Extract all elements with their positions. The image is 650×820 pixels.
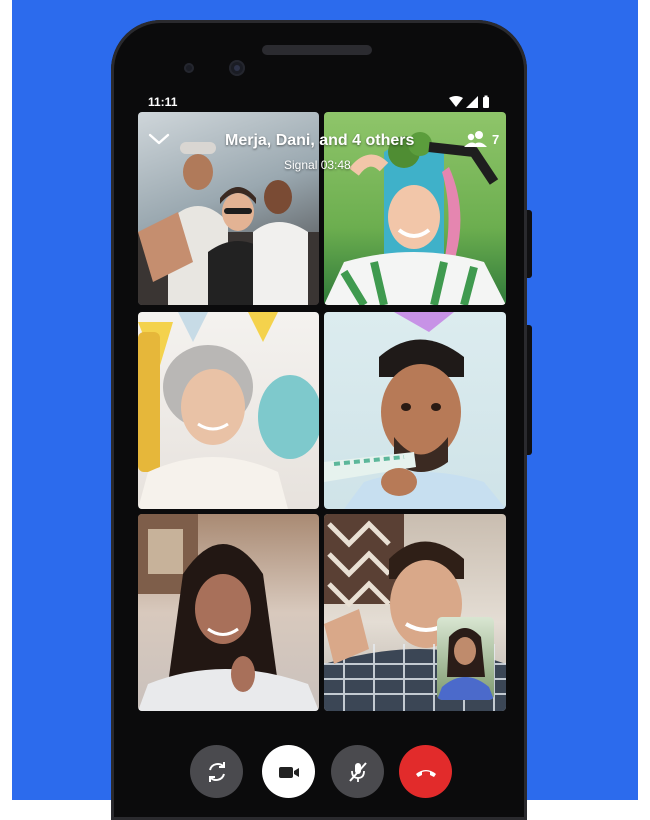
hang-up-icon [415, 769, 436, 777]
call-status: Signal 03:48 [284, 158, 351, 172]
status-icons [449, 95, 489, 108]
video-toggle-button[interactable] [262, 745, 315, 798]
video-camera-icon [278, 766, 299, 778]
participants-icon[interactable] [463, 130, 489, 148]
flip-camera-icon [208, 761, 225, 782]
self-view-image [437, 628, 494, 700]
video-tile-grandmother[interactable] [138, 312, 319, 509]
wifi-icon [449, 96, 463, 107]
call-title: Merja, Dani, and 4 others [225, 132, 415, 149]
participants-count[interactable]: 7 [492, 132, 499, 147]
volume-button [527, 210, 532, 278]
video-tile-girl-waving[interactable] [138, 514, 319, 711]
self-view-pip[interactable] [437, 617, 494, 700]
front-camera [229, 60, 245, 76]
smiling-grandmother-image [138, 312, 319, 509]
mic-off-icon [348, 761, 367, 782]
power-button [527, 325, 532, 455]
end-call-button[interactable] [399, 745, 452, 798]
switch-camera-button[interactable] [190, 745, 243, 798]
man-blowing-party-horn-image [324, 312, 506, 509]
girl-waving-image [138, 514, 319, 711]
sensor [184, 63, 194, 73]
earpiece-speaker [262, 45, 372, 55]
status-time: 11:11 [148, 95, 178, 109]
chevron-down-icon[interactable] [148, 131, 170, 147]
signal-icon [466, 96, 478, 108]
battery-icon [483, 95, 489, 108]
video-tile-man-party-horn[interactable] [324, 312, 506, 509]
mute-button[interactable] [331, 745, 384, 798]
